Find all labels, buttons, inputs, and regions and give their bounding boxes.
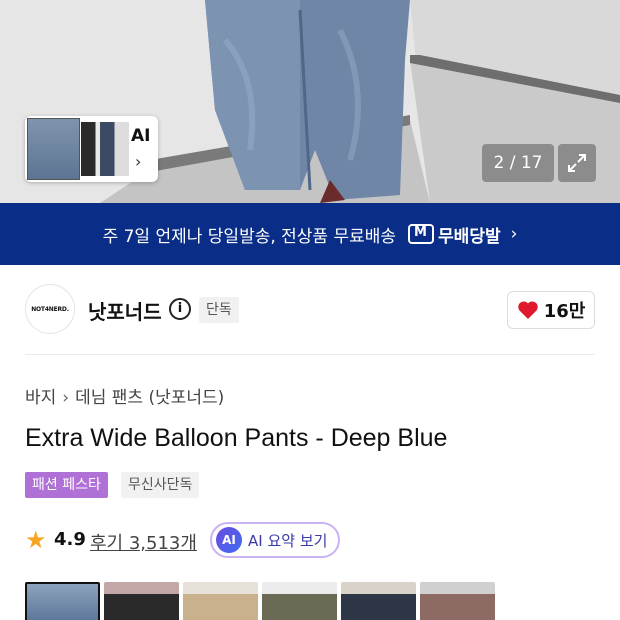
brand-logo-text: NOT4NERD. (31, 305, 69, 313)
exclusive-tag: 단독 (199, 297, 239, 323)
thumbnail-image[interactable] (262, 582, 337, 620)
breadcrumb: 바지 › 데님 팬츠 (낫포너드) (25, 383, 224, 408)
ai-similar-thumbnail-card[interactable]: AI › (25, 116, 158, 182)
product-title: Extra Wide Balloon Pants - Deep Blue (25, 424, 448, 452)
thumbnail-image (27, 118, 80, 180)
fashion-festa-tag: 패션 페스타 (25, 472, 108, 498)
rating-value: 4.9 (54, 529, 86, 550)
delivery-logo-text: 무배당발 (438, 226, 501, 247)
thumbnail-image[interactable] (420, 582, 495, 620)
star-icon: ★ (25, 526, 47, 554)
breadcrumb-item[interactable]: 바지 (25, 388, 56, 408)
thumbnail-image[interactable] (104, 582, 179, 620)
musinsa-exclusive-tag: 무신사단독 (121, 472, 200, 498)
info-icon[interactable]: i (169, 298, 191, 320)
thumbnail-image[interactable] (25, 582, 100, 620)
divider (25, 354, 595, 355)
ai-summary-label: AI 요약 보기 (248, 531, 328, 550)
thumbnail-image[interactable] (341, 582, 416, 620)
banner-text: 주 7일 언제나 당일발송, 전상품 무료배송 (102, 226, 397, 247)
ai-label: AI (131, 126, 151, 146)
color-thumbnail-strip (25, 582, 620, 620)
like-count: 16만 (543, 301, 586, 322)
chevron-right-icon: › (62, 388, 70, 408)
thumbnail-image[interactable] (183, 582, 258, 620)
truck-icon (408, 224, 435, 244)
ai-summary-button[interactable]: AI AI 요약 보기 (210, 522, 340, 558)
chevron-right-icon: › (510, 224, 518, 244)
heart-icon (517, 301, 538, 319)
delivery-logo: 무배당발 (408, 222, 501, 247)
free-shipping-banner[interactable]: 주 7일 언제나 당일발송, 전상품 무료배송 무배당발 › (0, 203, 620, 265)
brand-name[interactable]: 낫포너드 (88, 296, 162, 325)
breadcrumb-item[interactable]: 데님 팬츠 (낫포너드) (75, 388, 224, 408)
product-image-carousel[interactable]: AI › 2 / 17 (0, 0, 620, 203)
review-count-link[interactable]: 후기 3,513개 (90, 529, 197, 555)
image-counter: 2 / 17 (482, 144, 554, 182)
expand-icon[interactable] (558, 144, 596, 182)
ai-badge-icon: AI (216, 527, 242, 553)
thumbnail-image (81, 122, 129, 176)
brand-logo[interactable]: NOT4NERD. (25, 284, 75, 334)
chevron-right-icon: › (135, 152, 142, 171)
like-button[interactable]: 16만 (507, 291, 595, 329)
